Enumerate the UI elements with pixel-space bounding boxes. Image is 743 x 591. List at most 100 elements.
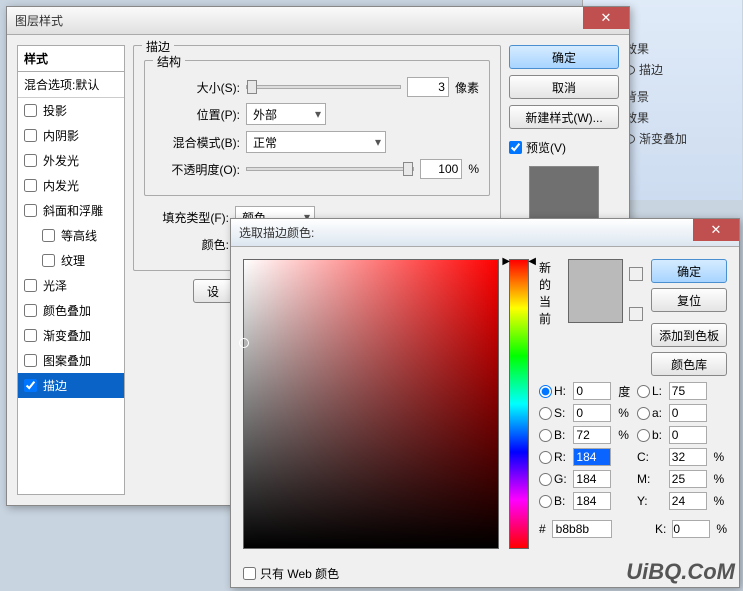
slider-thumb[interactable] xyxy=(403,162,413,176)
picker-ok-button[interactable]: 确定 xyxy=(651,259,727,283)
g-input[interactable] xyxy=(573,470,611,488)
checkbox[interactable] xyxy=(42,229,55,242)
current-color[interactable] xyxy=(569,291,622,322)
style-texture[interactable]: 纹理 xyxy=(18,248,124,273)
size-unit: 像素 xyxy=(455,79,479,96)
checkbox[interactable] xyxy=(24,354,37,367)
style-inner-shadow[interactable]: 内阴影 xyxy=(18,123,124,148)
checkbox[interactable] xyxy=(24,204,37,217)
hue-arrow-icon: ▶ xyxy=(502,256,510,267)
hue-slider[interactable]: ▶ ◀ xyxy=(509,259,529,549)
style-inner-glow[interactable]: 内发光 xyxy=(18,173,124,198)
b2-radio[interactable]: b: xyxy=(637,428,665,442)
h-input[interactable] xyxy=(573,382,611,400)
style-color-overlay[interactable]: 颜色叠加 xyxy=(18,298,124,323)
opacity-label: 不透明度(O): xyxy=(155,161,240,178)
blendmode-label: 混合模式(B): xyxy=(155,134,240,151)
preview-checkbox[interactable]: 预览(V) xyxy=(509,139,619,156)
checkbox[interactable] xyxy=(24,104,37,117)
style-outer-glow[interactable]: 外发光 xyxy=(18,148,124,173)
s-input[interactable] xyxy=(573,404,611,422)
m-input[interactable] xyxy=(669,470,707,488)
checkbox[interactable] xyxy=(243,567,256,580)
sv-cursor[interactable] xyxy=(239,338,249,348)
position-label: 位置(P): xyxy=(155,106,240,123)
style-stroke[interactable]: 描边 xyxy=(18,373,124,398)
hash-label: # xyxy=(539,522,546,536)
swatch-small-icon[interactable] xyxy=(629,307,643,321)
picker-titlebar[interactable]: 选取描边颜色: ✕ xyxy=(231,219,739,247)
new-color[interactable] xyxy=(569,260,622,291)
r-input[interactable] xyxy=(573,448,611,466)
l-input[interactable] xyxy=(669,382,707,400)
style-pattern-overlay[interactable]: 图案叠加 xyxy=(18,348,124,373)
c-input[interactable] xyxy=(669,448,707,466)
close-icon[interactable]: ✕ xyxy=(583,7,629,29)
checkbox[interactable] xyxy=(509,141,522,154)
newcur-labels: 新的 当前 xyxy=(539,259,560,323)
checkbox[interactable] xyxy=(24,179,37,192)
cancel-button[interactable]: 取消 xyxy=(509,75,619,99)
saturation-value-field[interactable] xyxy=(243,259,499,549)
size-input[interactable] xyxy=(407,77,449,97)
bb-input[interactable] xyxy=(573,492,611,510)
bb-radio[interactable]: B: xyxy=(539,494,569,508)
checkbox[interactable] xyxy=(24,329,37,342)
titlebar[interactable]: 图层样式 ✕ xyxy=(7,7,629,35)
style-gradient-overlay[interactable]: 渐变叠加 xyxy=(18,323,124,348)
s-radio[interactable]: S: xyxy=(539,406,569,420)
size-slider[interactable] xyxy=(246,85,401,89)
opacity-unit: % xyxy=(468,162,479,176)
checkbox[interactable] xyxy=(42,254,55,267)
bv-radio[interactable]: B: xyxy=(539,428,569,442)
cube-icon[interactable] xyxy=(629,267,643,281)
style-satin[interactable]: 光泽 xyxy=(18,273,124,298)
set-default-button[interactable]: 设 xyxy=(193,279,233,303)
checkbox[interactable] xyxy=(24,129,37,142)
filltype-label: 填充类型(F): xyxy=(144,209,229,226)
color-values: H:度 L: S:% a: B:% b: R: C:% G: M:% B: Y:… xyxy=(539,382,727,510)
color-picker-dialog: 选取描边颜色: ✕ ▶ ◀ 新的 当前 xyxy=(230,218,740,588)
g-radio[interactable]: G: xyxy=(539,472,569,486)
new-style-button[interactable]: 新建样式(W)... xyxy=(509,105,619,129)
h-radio[interactable]: H: xyxy=(539,384,569,398)
hex-input[interactable] xyxy=(552,520,612,538)
picker-title: 选取描边颜色: xyxy=(239,224,314,241)
slider-thumb[interactable] xyxy=(247,80,257,94)
close-icon[interactable]: ✕ xyxy=(693,219,739,241)
picker-reset-button[interactable]: 复位 xyxy=(651,288,727,312)
k-label: K: xyxy=(655,522,666,536)
b2-input[interactable] xyxy=(669,426,707,444)
style-bevel[interactable]: 斜面和浮雕 xyxy=(18,198,124,223)
style-drop-shadow[interactable]: 投影 xyxy=(18,98,124,123)
bv-input[interactable] xyxy=(573,426,611,444)
styles-list: 样式 混合选项:默认 投影 内阴影 外发光 内发光 斜面和浮雕 等高线 纹理 光… xyxy=(17,45,125,495)
blend-defaults[interactable]: 混合选项:默认 xyxy=(18,72,124,98)
dialog-title: 图层样式 xyxy=(15,12,63,29)
checkbox[interactable] xyxy=(24,304,37,317)
structure-fieldset: 结构 大小(S): 像素 位置(P): 外部 混合模式(B): 正常 xyxy=(144,60,490,196)
a-radio[interactable]: a: xyxy=(637,406,665,420)
y-input[interactable] xyxy=(669,492,707,510)
add-swatch-button[interactable]: 添加到色板 xyxy=(651,323,727,347)
l-radio[interactable]: L: xyxy=(637,384,665,398)
new-current-swatch xyxy=(568,259,643,376)
k-input[interactable] xyxy=(672,520,710,538)
styles-header: 样式 xyxy=(18,46,124,72)
checkbox[interactable] xyxy=(24,154,37,167)
watermark: UiBQ.CoM xyxy=(626,559,735,585)
size-label: 大小(S): xyxy=(155,79,240,96)
opacity-input[interactable] xyxy=(420,159,462,179)
color-lib-button[interactable]: 颜色库 xyxy=(651,352,727,376)
blendmode-combo[interactable]: 正常 xyxy=(246,131,386,153)
m-label: M: xyxy=(637,472,665,486)
ok-button[interactable]: 确定 xyxy=(509,45,619,69)
r-radio[interactable]: R: xyxy=(539,450,569,464)
a-input[interactable] xyxy=(669,404,707,422)
c-label: C: xyxy=(637,450,665,464)
position-combo[interactable]: 外部 xyxy=(246,103,326,125)
style-contour[interactable]: 等高线 xyxy=(18,223,124,248)
opacity-slider[interactable] xyxy=(246,167,414,171)
checkbox[interactable] xyxy=(24,279,37,292)
checkbox[interactable] xyxy=(24,379,37,392)
